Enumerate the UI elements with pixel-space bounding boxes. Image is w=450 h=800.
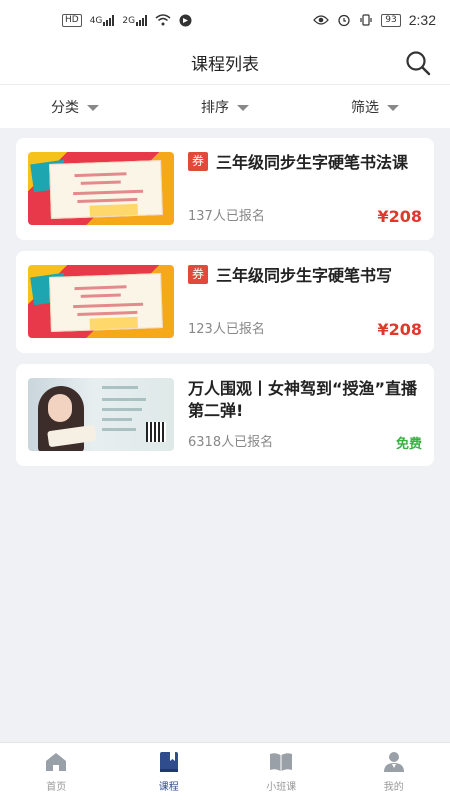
coupon-badge: 券 [188, 265, 208, 284]
tab-small-class-label: 小班课 [266, 782, 297, 793]
status-right: 93 2:32 [313, 12, 436, 28]
wifi-icon [155, 14, 171, 26]
hd-badge: HD [62, 13, 82, 27]
filter-sort[interactable]: 排序 [150, 85, 300, 128]
net-type-2g: 2G [122, 15, 136, 26]
course-card[interactable]: 券 三年级同步生字硬笔书写 123人已报名 ¥208 [16, 251, 434, 353]
course-card[interactable]: 万人围观丨女神驾到“授渔”直播第二弹! 6318人已报名 免费 [16, 364, 434, 466]
open-book-icon [270, 753, 293, 771]
vibrate-icon [360, 14, 372, 26]
status-left: HD 4G 2G [62, 13, 192, 27]
course-title: 万人围观丨女神驾到“授渔”直播第二弹! [188, 379, 418, 420]
chevron-down-icon [387, 104, 399, 111]
course-title: 三年级同步生字硬笔书写 [216, 266, 393, 285]
filter-bar: 分类 排序 筛选 [0, 84, 450, 128]
chevron-down-icon [237, 104, 249, 111]
status-time: 2:32 [408, 12, 436, 28]
enrolled-count: 123人已报名 [188, 322, 265, 337]
coupon-badge: 券 [188, 152, 208, 171]
tab-mine-label: 我的 [383, 782, 404, 793]
course-list: 券 三年级同步生字硬笔书法课 137人已报名 ¥208 券 三年级同步生字硬笔书… [16, 138, 434, 477]
filter-category[interactable]: 分类 [0, 85, 150, 128]
tab-small-class[interactable]: 小班课 [225, 743, 338, 800]
filter-category-label: 分类 [51, 99, 79, 116]
status-bar: HD 4G 2G 93 2:32 [0, 0, 450, 40]
tab-mine[interactable]: 我的 [338, 743, 450, 800]
enrolled-count: 6318人已报名 [188, 435, 274, 450]
tab-home[interactable]: 首页 [0, 743, 113, 800]
tab-courses-label: 课程 [158, 782, 179, 793]
bottom-tab-bar: 首页 课程 小班课 我的 [0, 742, 450, 800]
filter-screen[interactable]: 筛选 [300, 85, 450, 128]
filter-screen-label: 筛选 [351, 99, 379, 116]
title-bar: 课程列表 [0, 40, 450, 84]
course-thumbnail [28, 378, 174, 451]
battery-indicator: 93 [381, 13, 401, 27]
net-type-4g: 4G [89, 15, 103, 26]
user-icon [383, 752, 404, 772]
home-icon [46, 753, 67, 771]
course-thumbnail [28, 265, 174, 338]
alarm-icon [338, 14, 350, 27]
course-card[interactable]: 券 三年级同步生字硬笔书法课 137人已报名 ¥208 [16, 138, 434, 240]
course-title: 三年级同步生字硬笔书法课 [216, 153, 409, 172]
course-thumbnail [28, 152, 174, 225]
tab-home-label: 首页 [46, 782, 67, 793]
signal-4g-icon: 4G [89, 14, 115, 26]
filter-sort-label: 排序 [201, 99, 229, 116]
search-icon[interactable] [404, 49, 432, 77]
eye-icon [313, 15, 330, 25]
chevron-down-icon [87, 104, 99, 111]
course-price: ¥208 [377, 207, 422, 226]
course-price-free: 免费 [395, 437, 422, 452]
page-title: 课程列表 [191, 54, 259, 75]
course-price: ¥208 [377, 320, 422, 339]
signal-2g-icon: 2G [122, 14, 148, 26]
tab-courses[interactable]: 课程 [113, 743, 226, 800]
enrolled-count: 137人已报名 [188, 209, 265, 224]
app-notification-icon [179, 14, 192, 26]
book-icon [159, 752, 178, 772]
